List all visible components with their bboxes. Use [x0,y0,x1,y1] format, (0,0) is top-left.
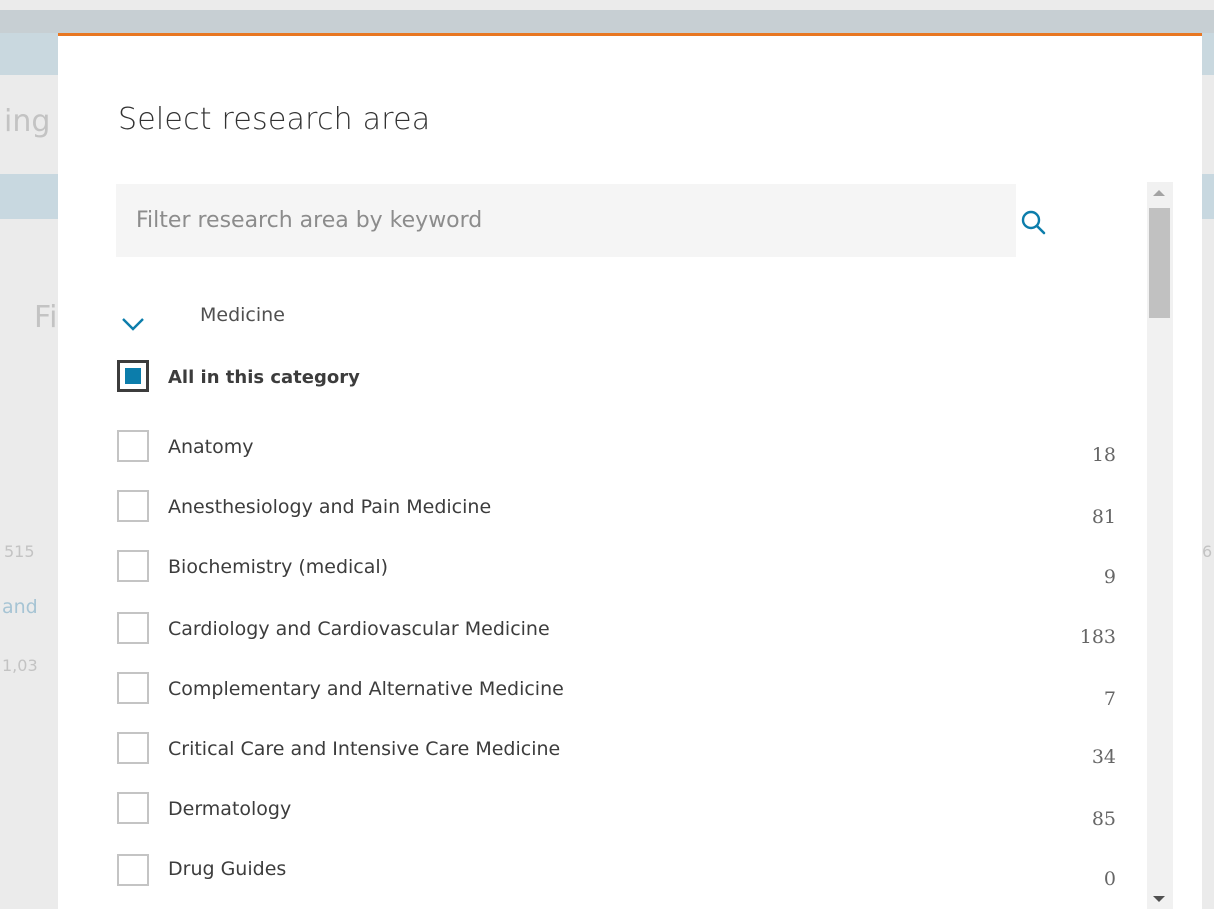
category-header[interactable] [118,306,618,346]
item-label-complementary[interactable]: Complementary and Alternative Medicine [168,678,564,700]
research-area-modal: Select research area Medicine All in thi… [58,33,1202,909]
background-text-heading: ing [4,104,51,139]
scroll-up-arrow-icon[interactable] [1153,190,1165,196]
category-label: Medicine [200,304,285,326]
all-in-category-checkbox[interactable] [117,360,149,392]
checkbox-anatomy[interactable] [117,430,149,462]
item-count-biochemistry: 9 [1103,566,1116,588]
item-label-drug-guides[interactable]: Drug Guides [168,858,286,880]
checkbox-anesthesiology[interactable] [117,490,149,522]
item-count-dermatology: 85 [1091,808,1116,830]
item-count-critical-care: 34 [1091,746,1116,768]
checkbox-dermatology[interactable] [117,792,149,824]
background-text-number: 1,03 [2,656,38,675]
checkbox-drug-guides[interactable] [117,854,149,886]
search-icon[interactable] [1018,208,1048,238]
item-label-dermatology[interactable]: Dermatology [168,798,291,820]
checkbox-checked-fill [125,368,141,384]
checkbox-complementary[interactable] [117,672,149,704]
modal-title: Select research area [118,102,431,137]
checkbox-biochemistry[interactable] [117,550,149,582]
background-text-count: 515 [4,542,35,561]
item-count-drug-guides: 0 [1103,868,1116,890]
background-link: and [2,596,38,618]
item-label-critical-care[interactable]: Critical Care and Intensive Care Medicin… [168,738,560,760]
item-label-cardiology[interactable]: Cardiology and Cardiovascular Medicine [168,618,550,640]
item-count-cardiology: 183 [1079,626,1116,648]
search-input[interactable] [116,184,1016,257]
scrollbar-thumb[interactable] [1149,208,1170,318]
chevron-down-icon[interactable] [120,314,146,334]
checkbox-cardiology[interactable] [117,612,149,644]
item-label-anatomy[interactable]: Anatomy [168,436,254,458]
item-count-anatomy: 18 [1091,444,1116,466]
item-label-biochemistry[interactable]: Biochemistry (medical) [168,556,388,578]
background-text-fi: Fi [34,300,58,335]
all-in-category-label[interactable]: All in this category [168,367,360,388]
background-text-right: 6 [1202,542,1213,561]
item-count-anesthesiology: 81 [1091,506,1116,528]
checkbox-critical-care[interactable] [117,732,149,764]
search-box [116,184,1016,257]
item-label-anesthesiology[interactable]: Anesthesiology and Pain Medicine [168,496,491,518]
item-count-complementary: 7 [1103,688,1116,710]
scroll-down-arrow-icon[interactable] [1153,896,1165,902]
